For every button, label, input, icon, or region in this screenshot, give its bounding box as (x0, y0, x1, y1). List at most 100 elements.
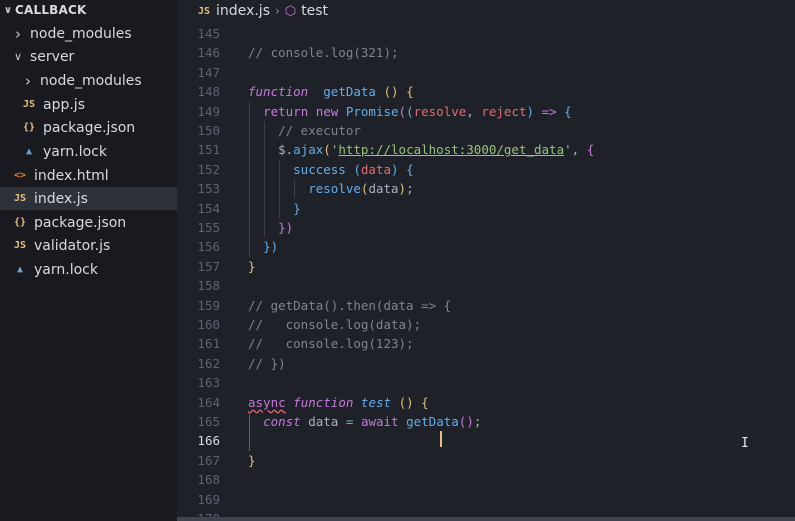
code-token: ( (406, 103, 414, 119)
code-line[interactable]: 163 (177, 373, 795, 392)
code-token: // console.log(data); (248, 317, 422, 332)
breadcrumb-symbol[interactable]: test (301, 3, 328, 19)
code-line[interactable]: 156 }) (177, 237, 795, 256)
tree-item-label: app.js (43, 96, 85, 113)
tree-item-label: validator.js (34, 237, 111, 254)
tree-item-label: yarn.lock (43, 143, 107, 160)
line-number: 153 (197, 181, 220, 197)
tree-item[interactable]: JS index.js (0, 187, 177, 210)
code-token: // executor (278, 123, 361, 138)
code-line[interactable]: 157} (177, 257, 795, 276)
code-line[interactable]: 168 (177, 470, 795, 489)
tree-item[interactable]: JS app.js (0, 93, 177, 116)
code-line[interactable]: 147 (177, 63, 795, 82)
breadcrumb: JS index.js › ⬡ test (177, 0, 795, 22)
code-token: ( (398, 103, 407, 119)
code-line[interactable]: 155 }) (177, 218, 795, 237)
breadcrumb-file[interactable]: index.js (216, 3, 270, 19)
tree-item-label: server (30, 48, 75, 65)
code-line[interactable]: 159 // getData().then(data => { (177, 296, 795, 315)
code-line[interactable]: 169 (177, 490, 795, 509)
code-line[interactable]: 166 (177, 431, 795, 450)
code-line[interactable]: 165 const data = await getData(); (177, 412, 795, 431)
code-token: new (315, 103, 339, 119)
code-token: }) (263, 239, 279, 255)
code-line[interactable]: 153 resolve(data); (177, 179, 795, 198)
explorer-sidebar: ∨ CALLBACK › node_modules ∨ server › node_mod… (0, 0, 177, 521)
code-token: success (293, 161, 346, 177)
tree-item[interactable]: ▲ yarn.lock (0, 258, 177, 281)
code-line[interactable]: 154 } (177, 199, 795, 218)
line-number: 148 (197, 84, 220, 100)
code-token: test (360, 394, 392, 410)
code-line[interactable]: 149 return new Promise((resolve, reject)… (177, 102, 795, 121)
code-token: ) (526, 103, 535, 119)
code-token: const (263, 414, 301, 429)
code-token: () (375, 84, 399, 100)
code-text: $.ajax('http://localhost:3000/get_data',… (248, 140, 594, 159)
tree-item-label: node_modules (40, 72, 142, 89)
code-line[interactable]: 160 // console.log(data); (177, 315, 795, 334)
code-line[interactable]: 161 // console.log(123); (177, 334, 795, 353)
code-line[interactable]: 167} (177, 451, 795, 470)
tree-item-label: index.js (34, 190, 88, 207)
code-token: ; (406, 181, 414, 197)
code-token: () (398, 394, 414, 410)
code-text: // }) (248, 354, 286, 373)
code-text: success (data) { (248, 160, 414, 179)
code-token: Promise (345, 103, 399, 119)
code-token: { (586, 142, 595, 158)
code-token: $. (278, 142, 294, 158)
code-token: // }) (248, 355, 286, 371)
horizontal-scrollbar[interactable] (177, 517, 795, 521)
chevron-down-icon: ∨ (3, 4, 13, 16)
tree-item[interactable]: ▲ yarn.lock (0, 140, 177, 163)
explorer-folder-header[interactable]: ∨ CALLBACK (0, 0, 177, 20)
code-line[interactable]: 152 success (data) { (177, 160, 795, 179)
mouse-ibeam-cursor-icon: I (741, 436, 749, 451)
code-line[interactable]: 145 (177, 24, 795, 43)
js-file-icon: JS (198, 5, 211, 17)
code-token: }) (278, 220, 294, 235)
json-file-icon: {} (13, 217, 27, 228)
line-number: 155 (197, 220, 220, 235)
js-file-icon: JS (22, 99, 36, 110)
tree-item[interactable]: JS validator.js (0, 234, 177, 257)
code-line[interactable]: 162 // }) (177, 354, 795, 373)
tree-item[interactable]: <> index.html (0, 164, 177, 187)
chevron-down-icon[interactable]: ∨ (12, 50, 24, 63)
code-line[interactable]: 164 async function test () { (177, 393, 795, 412)
code-line[interactable]: 148 function getData () { (177, 82, 795, 101)
code-line[interactable]: 158 (177, 276, 795, 295)
code-token: { (564, 103, 572, 119)
code-token: } (248, 258, 256, 274)
chevron-right-icon[interactable]: › (22, 72, 34, 90)
chevron-right-icon: › (274, 4, 280, 18)
line-number: 158 (197, 278, 220, 294)
tree-item[interactable]: {} package.json (0, 211, 177, 234)
line-number: 163 (197, 375, 220, 391)
tree-item[interactable]: › node_modules (0, 69, 177, 92)
code-token: async (248, 394, 286, 410)
code-token: { (406, 161, 414, 177)
tree-item[interactable]: › node_modules (0, 22, 177, 45)
code-line[interactable]: 146 // console.log(321); (177, 43, 795, 62)
line-number: 165 (197, 414, 220, 429)
tree-item[interactable]: {} package.json (0, 116, 177, 139)
code-line[interactable]: 151 $.ajax('http://localhost:3000/get_da… (177, 140, 795, 159)
code-line[interactable]: 150 // executor (177, 121, 795, 140)
line-number: 159 (197, 297, 220, 313)
code-token: ; (473, 414, 482, 429)
tree-item[interactable]: ∨ server (0, 45, 177, 68)
code-token: function (293, 394, 354, 410)
line-number: 157 (197, 258, 220, 274)
chevron-right-icon[interactable]: › (12, 25, 24, 43)
code-editor[interactable]: JS index.js › ⬡ test 145 146 // console.lo… (177, 0, 795, 521)
